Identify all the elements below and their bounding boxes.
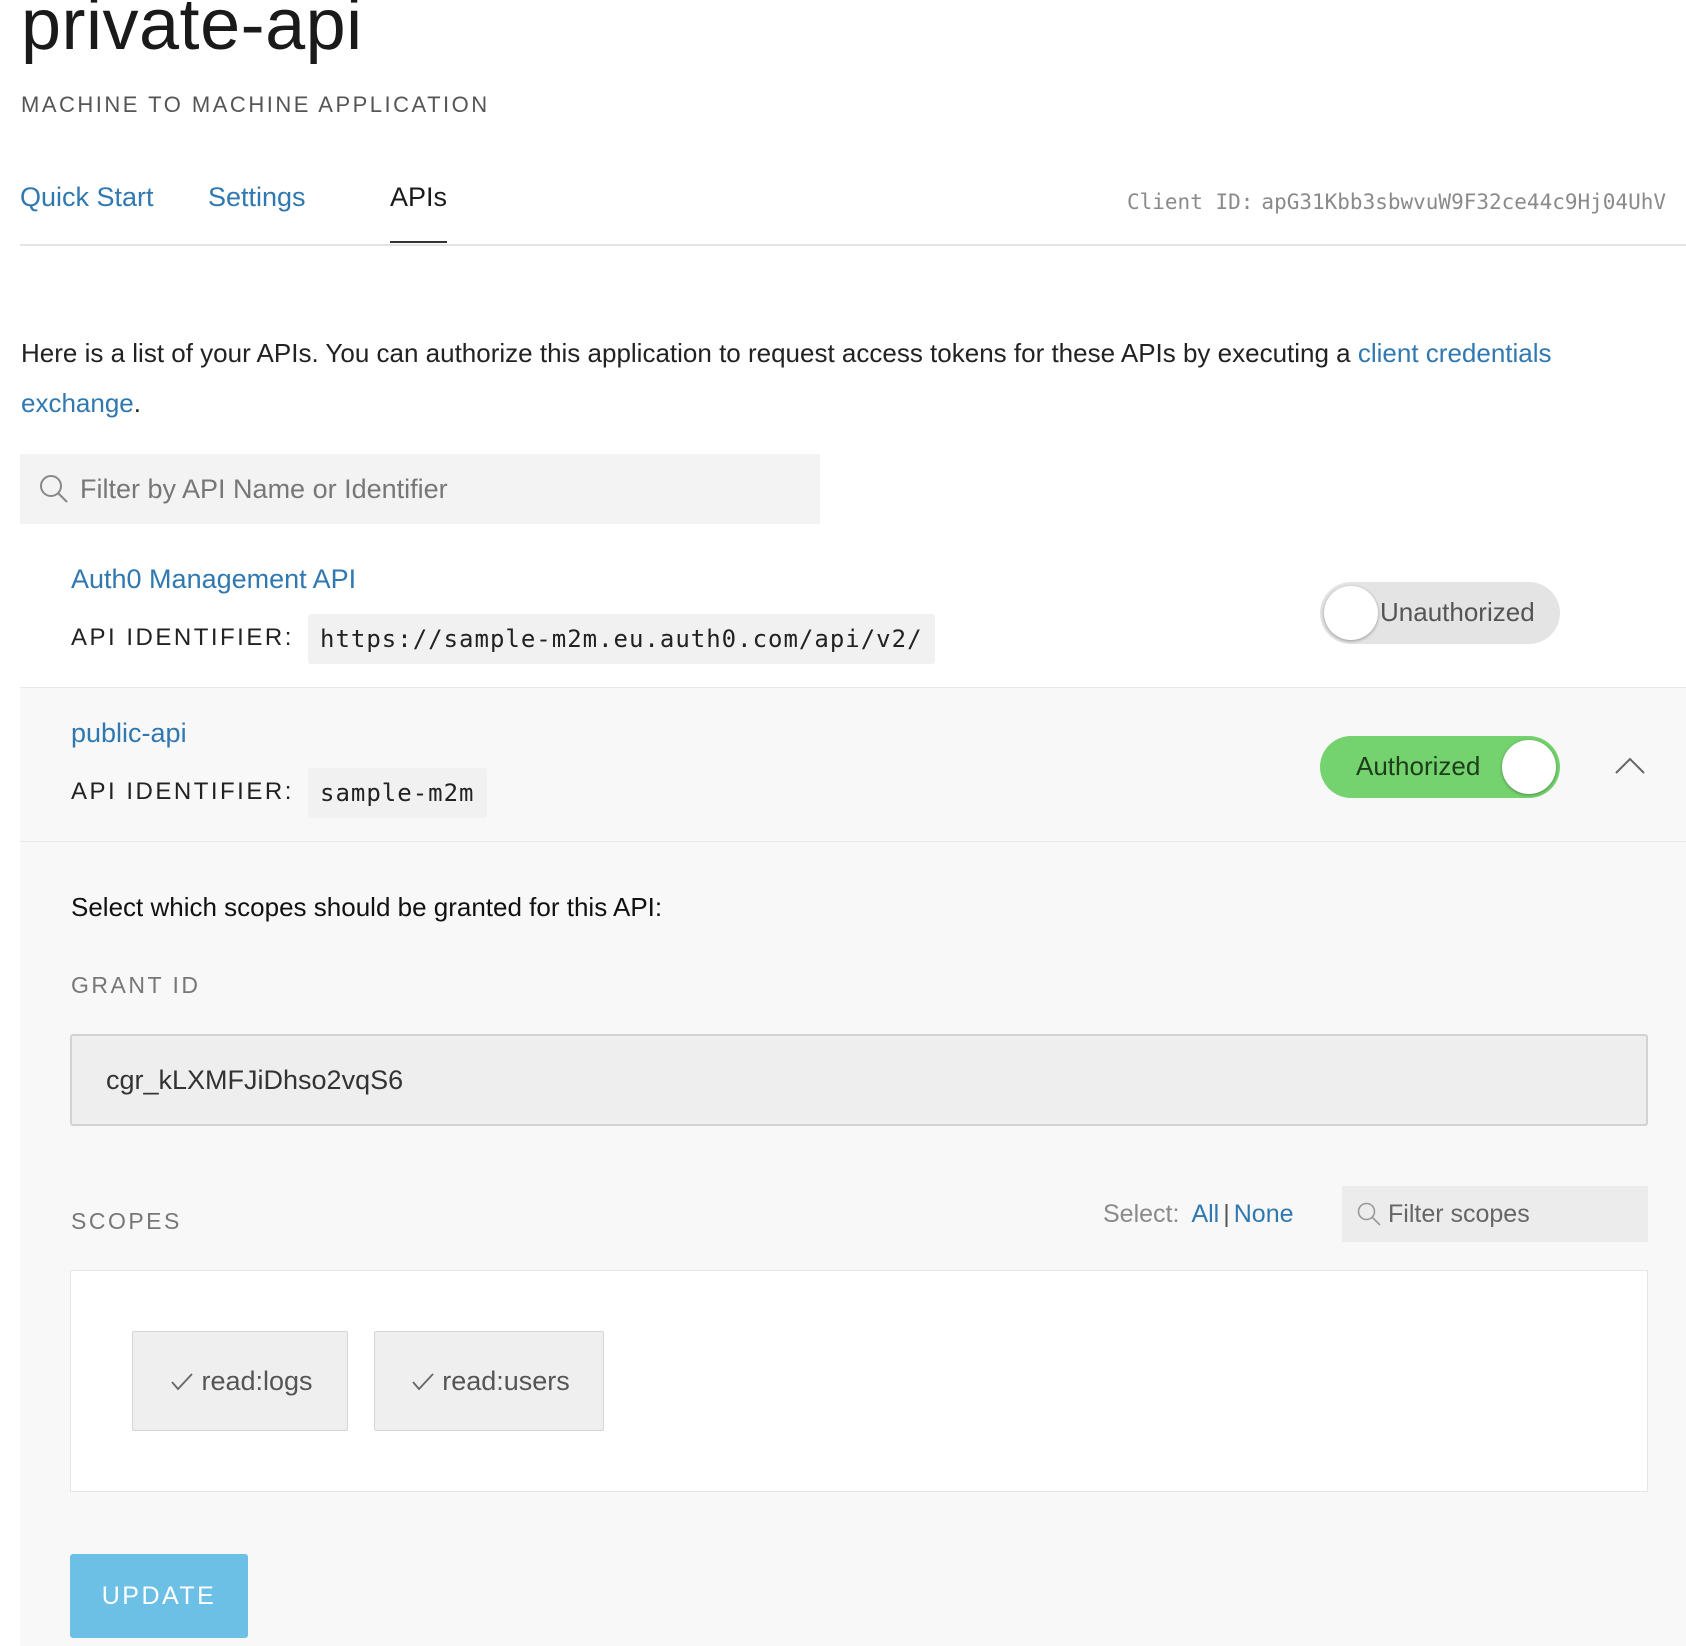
- intro-text: Here is a list of your APIs. You can aut…: [21, 328, 1661, 428]
- scopes-panel: Select which scopes should be granted fo…: [20, 842, 1686, 1646]
- api-name-link[interactable]: Auth0 Management API: [71, 564, 356, 595]
- select-all-link[interactable]: All: [1191, 1200, 1219, 1228]
- scope-checkbox-read-logs[interactable]: read:logs: [132, 1331, 348, 1431]
- scope-filter: [1342, 1186, 1648, 1242]
- select-label: Select:: [1103, 1200, 1180, 1228]
- grant-id-field[interactable]: [70, 1034, 1648, 1126]
- tab-quick-start[interactable]: Quick Start: [20, 182, 154, 241]
- scopes-prompt: Select which scopes should be granted fo…: [71, 892, 663, 922]
- app-type-label: MACHINE TO MACHINE APPLICATION: [21, 92, 490, 117]
- tab-bar: Quick Start Settings APIs Client ID: apG3…: [20, 170, 1686, 246]
- client-id-value: apG31Kbb3sbwvuW9F32ce44c9Hj04UhV: [1261, 190, 1666, 214]
- tab-apis[interactable]: APIs: [390, 182, 448, 243]
- select-none-link[interactable]: None: [1234, 1200, 1294, 1228]
- api-row: public-api API IDENTIFIER: sample-m2m Au…: [20, 688, 1686, 842]
- intro-body: Here is a list of your APIs. You can aut…: [21, 338, 1358, 368]
- toggle-label: Authorized: [1356, 751, 1481, 781]
- api-row: Auth0 Management API API IDENTIFIER: htt…: [20, 534, 1686, 688]
- api-name-link[interactable]: public-api: [71, 718, 187, 749]
- api-filter-input[interactable]: [80, 473, 780, 505]
- api-identifier-value: https://sample-m2m.eu.auth0.com/api/v2/: [308, 614, 935, 664]
- api-identifier-label: API IDENTIFIER:: [71, 624, 294, 651]
- client-id: Client ID: apG31Kbb3sbwvuW9F32ce44c9Hj04U…: [1127, 190, 1666, 214]
- page-title: private-api: [21, 0, 363, 65]
- api-identifier-value: sample-m2m: [308, 768, 487, 818]
- search-icon: [40, 475, 68, 503]
- api-filter: [20, 454, 820, 524]
- toggle-label: Unauthorized: [1380, 597, 1535, 627]
- authorize-toggle[interactable]: Authorized: [1320, 736, 1560, 798]
- chevron-up-icon[interactable]: [1610, 746, 1650, 786]
- toggle-knob: [1324, 586, 1378, 640]
- scope-label: read:users: [442, 1365, 570, 1396]
- client-id-label: Client ID:: [1126, 190, 1254, 214]
- grant-id-label: GRANT ID: [71, 972, 201, 998]
- api-identifier-label: API IDENTIFIER:: [71, 778, 294, 805]
- intro-suffix: .: [133, 388, 141, 418]
- check-icon: [171, 1373, 194, 1391]
- update-button[interactable]: UPDATE: [70, 1554, 248, 1638]
- select-separator: |: [1223, 1200, 1230, 1228]
- search-icon: [1357, 1202, 1381, 1226]
- scope-checkbox-read-users[interactable]: read:users: [374, 1331, 604, 1431]
- scopes-label: SCOPES: [71, 1208, 182, 1234]
- select-scopes-controls: Select: All | None: [1103, 1200, 1294, 1229]
- scope-label: read:logs: [201, 1365, 313, 1396]
- scopes-list: read:logs read:users: [70, 1270, 1648, 1492]
- page: private-api MACHINE TO MACHINE APPLICATI…: [0, 0, 1686, 1646]
- toggle-knob: [1502, 740, 1556, 794]
- tab-settings[interactable]: Settings: [208, 182, 306, 241]
- scope-filter-input[interactable]: [1388, 1199, 1638, 1229]
- authorize-toggle[interactable]: Unauthorized: [1320, 582, 1560, 644]
- check-icon: [412, 1373, 434, 1391]
